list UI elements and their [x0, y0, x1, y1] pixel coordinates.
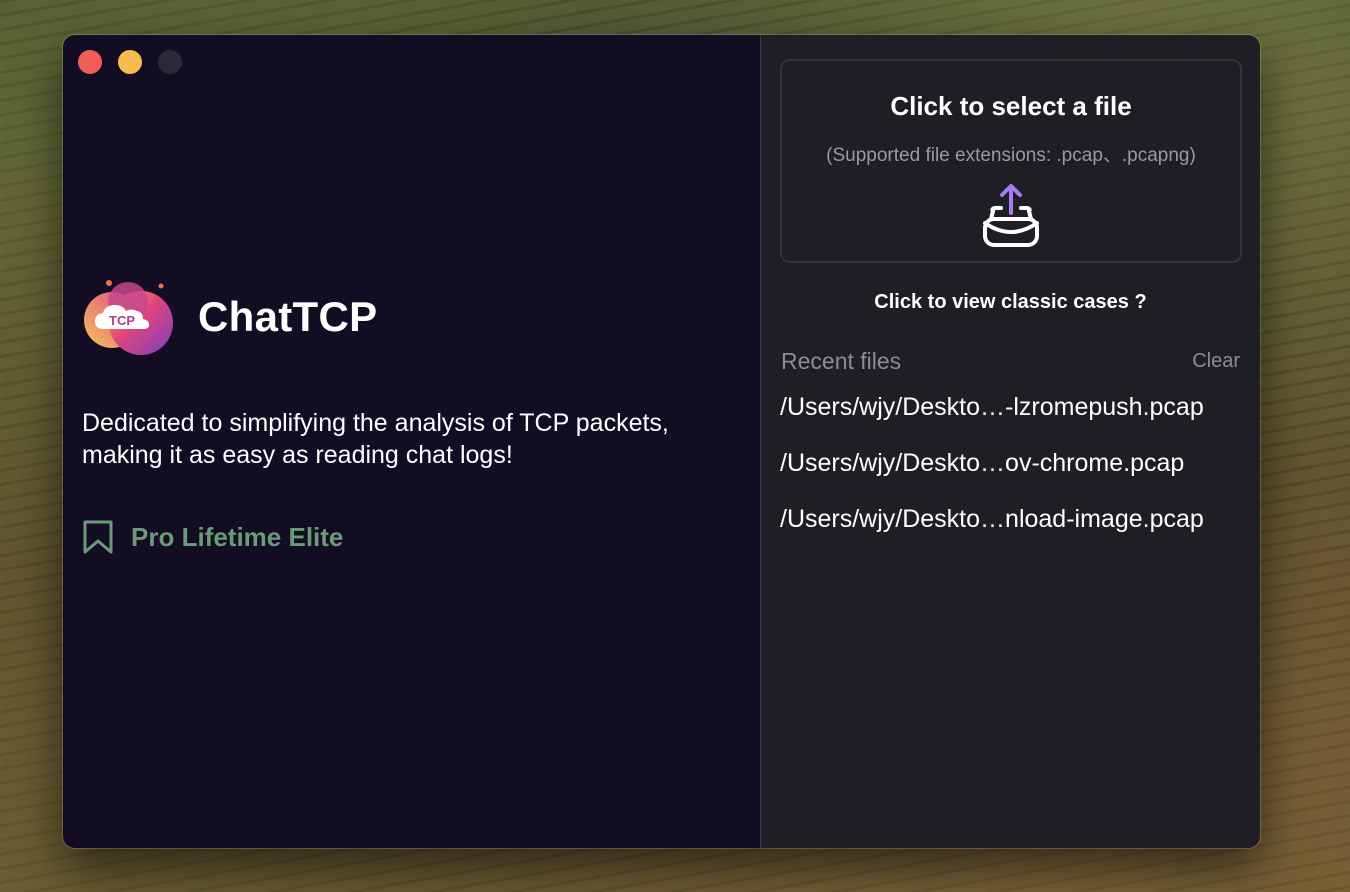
right-pane: Click to select a file (Supported file e… — [761, 35, 1260, 848]
recent-files-list: /Users/wjy/Deskto…-lzromepush.pcap /User… — [780, 387, 1250, 555]
bookmark-icon — [83, 520, 113, 554]
file-select-area[interactable]: Click to select a file (Supported file e… — [780, 59, 1242, 263]
supported-extensions-text: (Supported file extensions: .pcap、.pcapn… — [826, 145, 1196, 166]
logo-text: TCP — [109, 313, 135, 328]
minimize-window-button[interactable] — [118, 50, 142, 74]
membership-label: Pro Lifetime Elite — [131, 521, 344, 552]
left-pane: TCP ChatTCP Dedicated to simplifying the… — [63, 35, 761, 848]
app-window: TCP ChatTCP Dedicated to simplifying the… — [63, 35, 1260, 848]
recent-file-item[interactable]: /Users/wjy/Deskto…-lzromepush.pcap — [780, 387, 1250, 443]
app-logo: TCP — [84, 280, 173, 355]
upload-tray-icon — [983, 184, 1039, 247]
recent-file-item[interactable]: /Users/wjy/Deskto…nload-image.pcap — [780, 499, 1250, 555]
recent-files-title: Recent files — [781, 348, 902, 374]
maximize-window-button[interactable] — [158, 50, 182, 74]
app-name: ChatTCP — [198, 293, 378, 340]
brand: TCP ChatTCP — [83, 278, 377, 356]
recent-files-header: Recent files Clear — [781, 348, 1240, 375]
view-classic-cases-link[interactable]: Click to view classic cases ? — [761, 291, 1260, 314]
close-window-button[interactable] — [78, 50, 102, 74]
file-select-title: Click to select a file — [890, 91, 1132, 121]
recent-file-item[interactable]: /Users/wjy/Deskto…ov-chrome.pcap — [780, 443, 1250, 499]
app-tagline: Dedicated to simplifying the analysis of… — [82, 409, 669, 469]
membership-badge: Pro Lifetime Elite — [81, 519, 343, 555]
window-controls — [78, 50, 182, 74]
clear-recent-button[interactable]: Clear — [1192, 350, 1240, 373]
